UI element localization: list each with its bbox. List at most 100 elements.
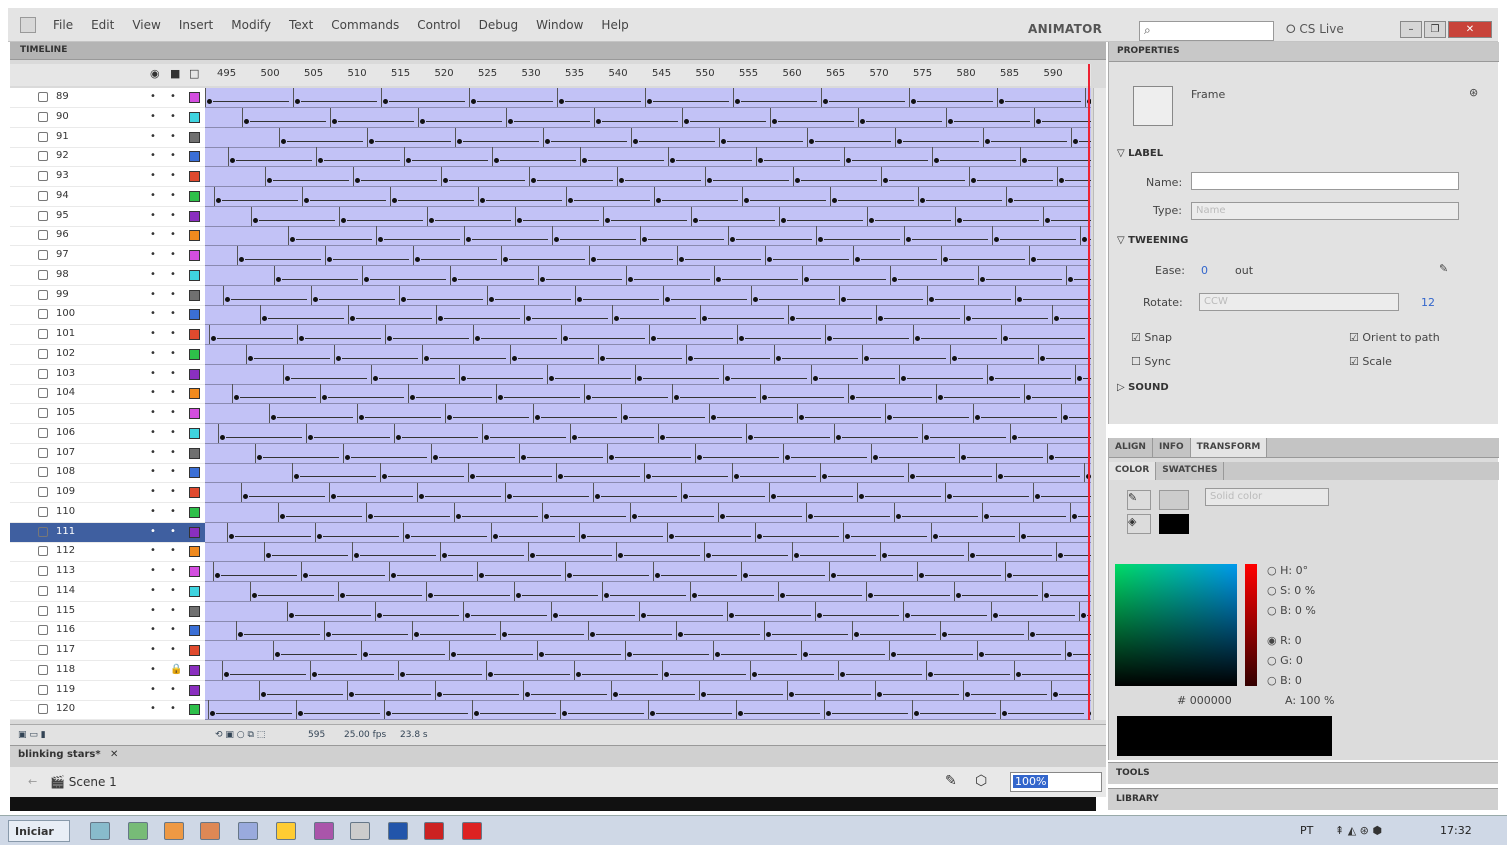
layer-color-swatch[interactable] (189, 664, 200, 676)
layer-row[interactable]: 93 • • (10, 167, 205, 187)
layer-color-swatch[interactable] (189, 447, 200, 459)
app-icon-3[interactable] (238, 822, 258, 840)
keyframe[interactable] (844, 147, 845, 167)
frame-row[interactable] (205, 562, 1091, 582)
keyframe[interactable] (793, 167, 794, 186)
layer-row[interactable]: 116 • • (10, 621, 205, 642)
keyframe[interactable] (264, 542, 265, 562)
blue-field[interactable]: ○ B: 0 (1267, 674, 1302, 687)
layer-row[interactable]: 94 • • (10, 187, 205, 207)
keyframe[interactable] (834, 423, 835, 443)
keyframe[interactable] (463, 601, 464, 621)
keyframe[interactable] (450, 265, 451, 285)
keyframe[interactable] (862, 344, 863, 364)
frame-row[interactable] (205, 641, 1091, 661)
layer-row[interactable]: 112 • • (10, 542, 205, 563)
lock-toggle[interactable]: • (170, 387, 176, 398)
frame-row[interactable] (205, 305, 1091, 326)
keyframe[interactable] (1051, 680, 1052, 700)
keyframe[interactable] (830, 186, 831, 206)
keyframe[interactable] (663, 285, 664, 305)
app-icon-1[interactable] (164, 822, 184, 840)
stage[interactable] (10, 797, 1096, 811)
keyframe[interactable] (324, 621, 325, 641)
keyframe[interactable] (418, 107, 419, 127)
frame-row[interactable] (205, 700, 1091, 720)
layer-color-swatch[interactable] (189, 388, 200, 400)
keyframe[interactable] (209, 325, 210, 344)
keyframe[interactable] (477, 562, 478, 581)
layer-color-swatch[interactable] (189, 92, 200, 103)
lock-toggle[interactable]: • (170, 703, 176, 714)
keyframe[interactable] (982, 502, 983, 522)
lock-toggle[interactable]: • (170, 289, 176, 300)
keyframe[interactable] (733, 88, 734, 107)
keyframe[interactable] (1042, 581, 1043, 601)
stroke-color-icon[interactable]: ✎ (1127, 490, 1151, 510)
sync-checkbox[interactable]: ☐ Sync (1131, 355, 1171, 368)
keyframe[interactable] (843, 522, 844, 542)
frame-row[interactable] (205, 542, 1091, 563)
visibility-toggle[interactable]: • (150, 486, 156, 497)
keyframe[interactable] (232, 384, 233, 404)
keyframe[interactable] (853, 246, 854, 265)
keyframe[interactable] (366, 502, 367, 522)
keyframe[interactable] (384, 700, 385, 720)
menu-item-modify[interactable]: Modify (222, 18, 280, 32)
label-section[interactable]: ▽ LABEL (1117, 148, 1163, 159)
keyframe[interactable] (746, 423, 747, 443)
keyframe[interactable] (274, 265, 275, 285)
lock-toggle[interactable]: • (170, 407, 176, 418)
frame-ruler[interactable]: 495 500 505 510 515 520 525 530 535 540 545 550 555 5… (205, 64, 1091, 86)
app-icon-4[interactable] (314, 822, 334, 840)
lock-toggle[interactable]: • (170, 644, 176, 655)
keyframe[interactable] (293, 88, 294, 107)
menu-item-debug[interactable]: Debug (470, 18, 527, 32)
layer-color-swatch[interactable] (189, 487, 200, 498)
keyframe[interactable] (668, 147, 669, 167)
layer-color-swatch[interactable] (189, 269, 200, 281)
panel-tab-transform[interactable]: TRANSFORM (1190, 438, 1268, 457)
menu-item-edit[interactable]: Edit (82, 18, 123, 32)
keyframe[interactable] (778, 581, 779, 601)
app-icon-2[interactable] (200, 822, 220, 840)
keyframe[interactable] (255, 443, 256, 463)
keyframe[interactable] (968, 542, 969, 562)
keyframe[interactable] (394, 423, 395, 443)
layer-row[interactable]: 114 • • (10, 582, 205, 602)
keyframe[interactable] (871, 443, 872, 463)
layer-row[interactable]: 108 • • (10, 463, 205, 484)
keyframe[interactable] (932, 147, 933, 167)
keyframe[interactable] (560, 700, 561, 720)
layer-color-swatch[interactable] (189, 704, 200, 716)
keyframe[interactable] (783, 443, 784, 463)
keyframe[interactable] (857, 483, 858, 502)
layer-color-swatch[interactable] (189, 585, 200, 597)
keyframe[interactable] (616, 542, 617, 562)
keyframe[interactable] (909, 88, 910, 107)
frame-rate[interactable]: 25.00 fps (344, 730, 386, 740)
lock-toggle[interactable]: • (170, 269, 176, 280)
frame-row[interactable] (205, 186, 1091, 207)
frame-name-input[interactable] (1191, 172, 1459, 190)
frame-row[interactable] (205, 404, 1091, 424)
keyframe[interactable] (890, 265, 891, 285)
keyframe[interactable] (588, 621, 589, 641)
layer-row[interactable]: 104 • • (10, 384, 205, 405)
fill-type-select[interactable]: Solid color (1205, 488, 1329, 506)
frame-row[interactable] (205, 601, 1091, 622)
keyframe[interactable] (1005, 562, 1006, 581)
frame-row[interactable] (205, 621, 1091, 642)
keyframe[interactable] (728, 226, 729, 246)
keyframe[interactable] (992, 226, 993, 246)
lock-toggle[interactable]: • (170, 170, 176, 181)
keyframe[interactable] (750, 660, 751, 680)
panel-tab-info[interactable]: INFO (1153, 438, 1191, 457)
frame-row[interactable] (205, 522, 1091, 543)
keyframe[interactable] (1024, 384, 1025, 404)
frame-row[interactable] (205, 246, 1091, 266)
keyframe[interactable] (491, 522, 492, 542)
keyframe[interactable] (523, 680, 524, 700)
keyframe[interactable] (639, 601, 640, 621)
keyframe[interactable] (542, 502, 543, 522)
